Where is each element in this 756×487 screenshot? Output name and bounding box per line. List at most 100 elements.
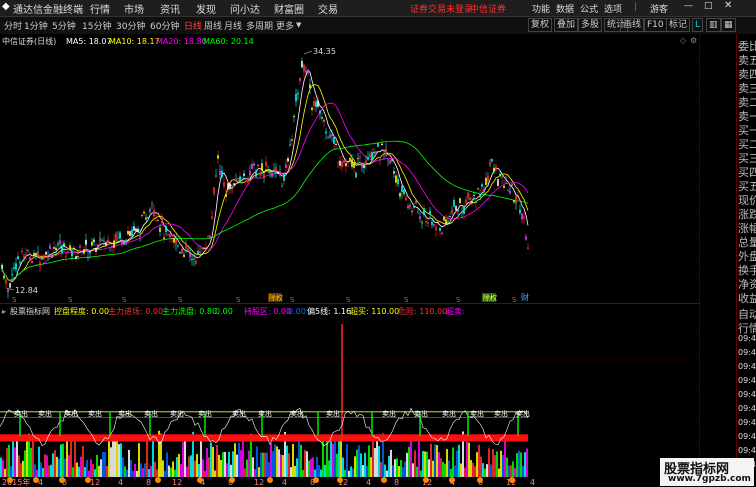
candle-body [367,157,369,160]
period-60min[interactable]: 60分钟 [150,19,179,32]
menu-function[interactable]: 功能 [532,2,550,15]
more-dropdown-icon[interactable]: ▼ [296,21,301,29]
period-weekly[interactable]: 周线 [204,19,222,32]
candle-body [171,238,173,240]
ind-bar [360,453,362,477]
ind-bar [256,446,258,477]
btn-f10[interactable]: F10 [644,18,667,32]
diamond-icon[interactable]: ◇ [680,36,687,45]
menu-discover[interactable]: 发现 [196,1,216,16]
period-30min[interactable]: 30分钟 [116,19,145,32]
panel-icon[interactable]: ▦ [721,18,736,32]
candle-body [215,174,217,177]
candle-body [155,220,157,222]
period-1min[interactable]: 1分钟 [24,19,48,32]
ind-bar [162,460,164,477]
candle-body [233,183,235,185]
menu-trade[interactable]: 交易 [318,1,338,16]
period-fenshi[interactable]: 分时 [4,19,22,32]
candle-body [19,262,21,264]
candle-body [201,247,203,250]
candle-body [411,210,413,213]
btn-mark[interactable]: 标记 [666,18,691,32]
ind-bar [306,451,308,477]
x-tick-label: 2015年 [2,477,30,487]
ind-bar [242,439,244,477]
candle-body [139,233,141,237]
candle-body [175,239,177,245]
login-notice[interactable]: 证券交易未登录 [410,2,473,15]
candle-body [279,171,281,176]
ind-bar [336,453,338,477]
ind-bar [188,456,190,477]
period-multi[interactable]: 多周期 [246,19,273,32]
candle-body [75,256,77,259]
guest-label[interactable]: 游客 [650,2,668,15]
menu-ask[interactable]: 问小达 [230,1,260,16]
candle-body [247,182,249,184]
candle-body [209,235,211,239]
candle-body [473,194,475,196]
period-daily[interactable]: 日线 [184,19,202,32]
indicator-arrow-icon[interactable]: ▸ [2,307,6,316]
candle-body [415,201,417,204]
ind-bar [128,449,130,477]
btn-multistock[interactable]: 多股 [578,18,603,32]
split-icon[interactable]: ▥ [706,18,721,32]
period-monthly[interactable]: 月线 [224,19,242,32]
ind-bar [136,470,138,477]
candle-body [107,239,109,243]
maximize-icon[interactable]: □ [704,1,713,11]
ind-bar [2,460,4,477]
kline-chart[interactable]: 中信证券(日线) MA5: 18.07 MA10: 18.17 MA20: 18… [0,34,700,304]
flame-icon [7,477,13,483]
menu-wealth[interactable]: 财富圈 [274,1,304,16]
menu-news[interactable]: 资讯 [160,1,180,16]
minimize-icon[interactable]: — [684,1,693,11]
period-15min[interactable]: 15分钟 [82,19,111,32]
menu-market[interactable]: 市场 [124,1,144,16]
candle-body [17,256,19,260]
flame-icon [85,477,91,483]
ind-bar [142,468,144,477]
ind-bar [322,436,324,477]
ind-bar [204,470,206,477]
candle-body [333,137,335,144]
ind-bar [396,458,398,477]
ind-bar [432,460,434,477]
btn-fuquan[interactable]: 复权 [528,18,553,32]
tick-time-label: 09:47 [738,446,756,455]
menu-options[interactable]: 选项 [604,2,622,15]
ind-bar [498,468,500,477]
menu-formula[interactable]: 公式 [580,2,598,15]
ind-bar [436,445,438,477]
candle-body [371,152,373,161]
period-more[interactable]: 更多 [276,19,294,32]
ind-bar [230,464,232,477]
gear-icon[interactable]: ⚙ [690,36,697,45]
menu-hq[interactable]: 行情 [90,1,110,16]
btn-draw[interactable]: 画线 [620,18,645,32]
close-icon[interactable]: ✕ [724,0,732,11]
ind-bar [406,452,408,477]
ind-bar [420,470,422,477]
candle-body [455,206,457,211]
candle-body [447,221,449,223]
ind-bar [402,466,404,477]
candle-body [319,110,321,114]
candle-body [503,185,505,188]
ind-bar [362,465,364,477]
candle-body [237,178,239,179]
ind-bar [46,455,48,477]
candle-body [397,179,399,185]
period-5min[interactable]: 5分钟 [52,19,76,32]
btn-overlay[interactable]: 叠加 [554,18,579,32]
candle-body [203,247,205,249]
ind-bar [352,468,354,477]
layout-icon[interactable]: L [692,18,704,32]
candle-body [61,245,63,254]
indicator-chart[interactable]: ▸ 股票指标网 控盘程度: 0.00 主力进场: 0.00 主力洗盘: 0.80… [0,305,700,487]
candle-body [137,228,139,232]
candle-body [45,251,47,255]
menu-data[interactable]: 数据 [556,2,574,15]
